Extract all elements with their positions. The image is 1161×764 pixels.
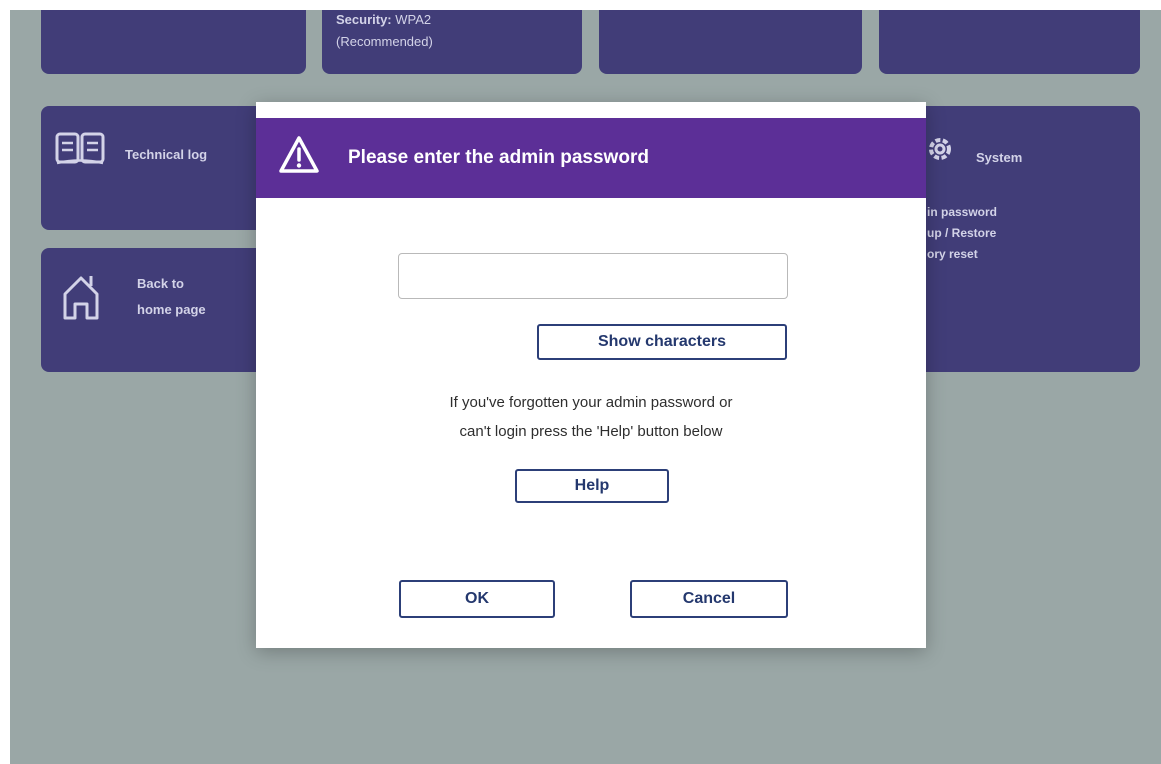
ok-button[interactable]: OK — [399, 580, 555, 618]
dialog-title: Please enter the admin password — [348, 147, 649, 168]
help-text-line-2: can't login press the 'Help' button belo… — [459, 423, 723, 440]
warning-icon — [278, 135, 320, 180]
gear-icon — [925, 134, 955, 169]
router-admin-screen: Security: WPA2 (Recommended) Technical l… — [10, 10, 1161, 764]
system-menu: in password up / Restore ory reset — [927, 202, 997, 265]
help-text: If you've forgotten your admin password … — [316, 388, 866, 446]
back-home-label-1: Back to — [137, 276, 184, 291]
home-icon — [61, 272, 101, 327]
tile-top-1[interactable] — [41, 10, 306, 74]
tile-top-3[interactable] — [599, 10, 862, 74]
system-item-admin-password[interactable]: in password — [927, 202, 997, 223]
security-label: Security: — [336, 12, 392, 27]
system-label: System — [976, 150, 1023, 165]
cancel-button[interactable]: Cancel — [630, 580, 788, 618]
tile-wireless[interactable]: Security: WPA2 (Recommended) — [322, 10, 582, 74]
show-characters-button[interactable]: Show characters — [537, 324, 787, 360]
help-button[interactable]: Help — [515, 469, 669, 503]
dialog-header: Please enter the admin password — [256, 118, 926, 198]
admin-password-dialog: Please enter the admin password Show cha… — [256, 102, 926, 648]
help-text-line-1: If you've forgotten your admin password … — [449, 394, 733, 411]
system-item-factory-reset[interactable]: ory reset — [927, 244, 997, 265]
security-note: (Recommended) — [336, 34, 433, 49]
security-value: WPA2 — [395, 12, 432, 27]
technical-log-label: Technical log — [125, 147, 208, 162]
system-item-backup-restore[interactable]: up / Restore — [927, 223, 997, 244]
wireless-security-line: Security: WPA2 — [336, 10, 431, 30]
back-home-label-2: home page — [137, 302, 206, 317]
book-icon — [55, 132, 105, 171]
tile-top-4[interactable] — [879, 10, 1140, 74]
admin-password-input[interactable] — [398, 253, 788, 299]
